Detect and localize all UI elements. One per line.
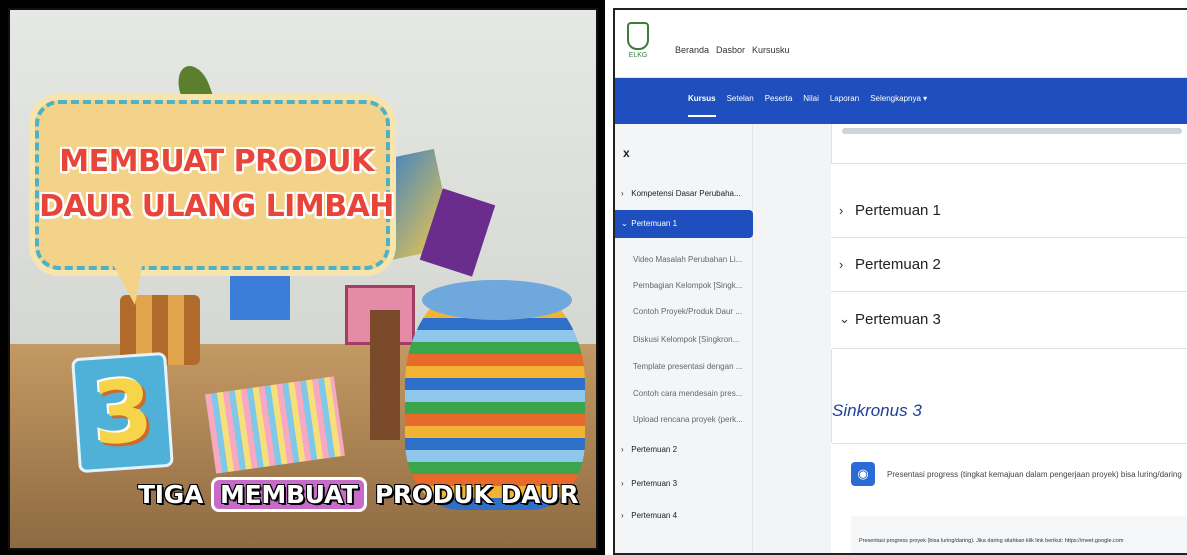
top-bar: ELKG Beranda Dasbor Kursusku [615,10,1187,78]
chevron-right-icon: › [621,445,624,454]
close-sidebar-button[interactable]: x [623,146,630,160]
section-pertemuan-1[interactable]: › Pertemuan 1 [831,184,1187,238]
sidebar-item-label: Pertemuan 4 [631,511,678,520]
section-pertemuan-2[interactable]: › Pertemuan 2 [831,238,1187,292]
tab-setelan[interactable]: Setelan [727,94,754,117]
course-navigation-bar: Kursus Setelan Peserta Nilai Laporan Sel… [615,78,1187,124]
basket-lid [422,280,572,320]
logo-text: ELKG [628,52,648,59]
content-gutter [753,124,831,553]
chevron-right-icon: › [621,479,624,488]
chevron-right-icon: › [621,511,624,520]
video-title-line-2: DAUR ULANG LIMBAH [39,189,394,224]
truncated-text [842,128,1182,134]
sidebar-subitem[interactable]: Video Masalah Perubahan Li... [633,250,749,270]
sidebar-item-label: Pertemuan 3 [631,479,678,488]
caption-word: PRODUK DAUR [374,479,579,509]
activity-link[interactable]: Presentasi progress (tingkat kemajuan da… [887,470,1182,479]
video-title-line-1: MEMBUAT PRODUK [59,144,374,179]
course-tabs: Kursus Setelan Peserta Nilai Laporan Sel… [688,94,927,117]
nav-link-kursusku[interactable]: Kursusku [752,45,790,55]
previous-section-card [831,124,1187,164]
tab-nilai[interactable]: Nilai [803,94,819,117]
sidebar-item-pertemuan-2[interactable]: › Pertemuan 2 [621,440,747,460]
tab-laporan[interactable]: Laporan [830,94,859,117]
sidebar-subitem[interactable]: Upload rencana proyek (perk... [633,410,749,430]
sidebar-subitem[interactable]: Contoh cara mendesain pres... [633,384,749,404]
sidebar-subitem[interactable]: Contoh Proyek/Produk Daur ... [633,302,749,322]
sidebar-item-label: Pertemuan 2 [631,445,678,454]
sinkronus-title: Sinkronus 3 [832,401,922,420]
section-pertemuan-3[interactable]: ⌄ Pertemuan 3 [831,292,1187,346]
video-thumbnail[interactable]: MEMBUAT PRODUK DAUR ULANG LIMBAH 3 TIGA … [0,0,605,555]
top-navigation: Beranda Dasbor Kursusku [675,45,790,55]
sidebar-subitem[interactable]: Diskusi Kelompok [Singkron... [633,330,749,350]
course-index-sidebar: x › Kompetensi Dasar Perubaha... ⌄ Perte… [615,124,753,553]
tab-kursus[interactable]: Kursus [688,94,716,117]
section-title: Pertemuan 2 [855,256,941,273]
lms-window: ELKG Beranda Dasbor Kursusku Kursus Sete… [613,8,1187,555]
sidebar-item-pertemuan-1[interactable]: ⌄ Pertemuan 1 [615,210,753,238]
episode-number-badge: 3 [71,351,174,474]
title-bubble: MEMBUAT PRODUK DAUR ULANG LIMBAH [35,100,394,270]
sidebar-subitem[interactable]: Template presentasi dengan ... [633,357,749,377]
chevron-down-icon: ⌄ [621,219,628,228]
sidebar-item-pertemuan-3[interactable]: › Pertemuan 3 [621,474,747,494]
chevron-right-icon: › [839,257,844,272]
section-title: Pertemuan 1 [855,202,941,219]
nav-link-dasbor[interactable]: Dasbor [716,45,745,55]
bubble-tail [105,250,145,305]
activity-description: Presentasi progress proyek (bisa luring/… [851,516,1187,553]
globe-icon: ◉ [851,462,875,486]
caption-word: TIGA [138,479,204,509]
sidebar-item-kompetensi[interactable]: › Kompetensi Dasar Perubaha... [621,184,747,204]
episode-number: 3 [89,360,156,465]
sidebar-item-label: Kompetensi Dasar Perubaha... [631,189,741,198]
sidebar-item-pertemuan-4[interactable]: › Pertemuan 4 [621,506,747,526]
cardboard-pillar [370,310,400,440]
tab-peserta[interactable]: Peserta [765,94,793,117]
site-logo[interactable]: ELKG [627,22,649,64]
caption-highlight: MEMBUAT [211,476,367,512]
sidebar-item-label: Pertemuan 1 [631,219,678,228]
video-caption: TIGA MEMBUAT PRODUK DAUR [138,472,579,516]
sidebar-subitem[interactable]: Pembagian Kelompok [Singk... [633,276,749,296]
section-title: Pertemuan 3 [855,310,941,328]
chevron-right-icon: › [839,203,844,218]
nav-link-beranda[interactable]: Beranda [675,45,709,55]
tab-selengkapnya[interactable]: Selengkapnya ▾ [870,94,927,117]
sinkronus-label-card: Sinkronus 3 [831,348,1187,444]
chevron-right-icon: › [621,189,624,198]
activity-presentasi[interactable]: ◉ Presentasi progress (tingkat kemajuan … [851,462,1182,486]
activity-description-text: Presentasi progress proyek (bisa luring/… [859,538,1124,544]
logo-icon [627,22,649,50]
video-frame[interactable]: MEMBUAT PRODUK DAUR ULANG LIMBAH 3 TIGA … [8,8,598,550]
course-content: › Pertemuan 1 › Pertemuan 2 ⌄ Pertemuan … [831,124,1187,553]
chevron-down-icon: ⌄ [839,311,850,326]
